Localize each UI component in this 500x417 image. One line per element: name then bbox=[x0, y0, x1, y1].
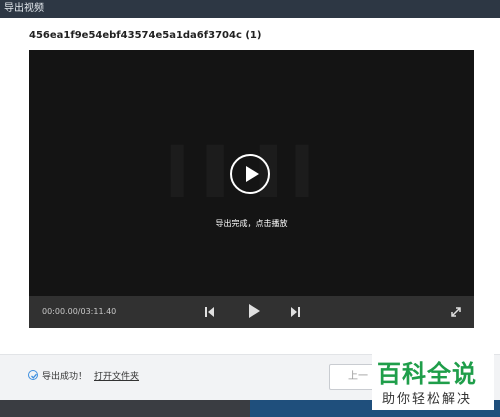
export-complete-message: 导出完成，点击播放 bbox=[215, 219, 288, 228]
skip-back-icon bbox=[205, 307, 214, 317]
play-icon bbox=[249, 304, 260, 318]
big-play-button[interactable] bbox=[230, 154, 270, 194]
skip-forward-icon bbox=[291, 307, 300, 317]
play-icon bbox=[246, 166, 259, 182]
skip-forward-button[interactable] bbox=[289, 304, 301, 323]
skip-back-button[interactable] bbox=[204, 304, 216, 323]
watermark-logo: 百科全说 助你轻松解决 bbox=[372, 352, 494, 410]
watermark-logo-main: 百科全说 bbox=[377, 360, 477, 388]
playback-time: 00:00.00/03:11.40 bbox=[42, 307, 117, 316]
window-title: 导出视频 bbox=[4, 3, 44, 14]
watermark-logo-sub: 助你轻松解决 bbox=[382, 392, 473, 407]
open-folder-link[interactable]: 打开文件夹 bbox=[94, 369, 139, 382]
video-file-title: 456ea1f9e54ebf43574e5a1da6f3704c (1) bbox=[29, 30, 262, 41]
dialog-content: 456ea1f9e54ebf43574e5a1da6f3704c (1) ▍▌ … bbox=[0, 18, 500, 354]
success-check-icon bbox=[28, 370, 38, 380]
window-titlebar: 导出视频 bbox=[0, 0, 500, 18]
video-player[interactable]: ▍▌ ▌▍ 导出完成，点击播放 00:00.00/03:11.40 bbox=[29, 50, 474, 328]
fullscreen-icon bbox=[451, 307, 461, 317]
play-button[interactable] bbox=[247, 303, 261, 323]
player-controls: 00:00.00/03:11.40 bbox=[29, 296, 474, 328]
fullscreen-button[interactable] bbox=[449, 304, 463, 323]
export-success-text: 导出成功！ bbox=[42, 372, 88, 382]
